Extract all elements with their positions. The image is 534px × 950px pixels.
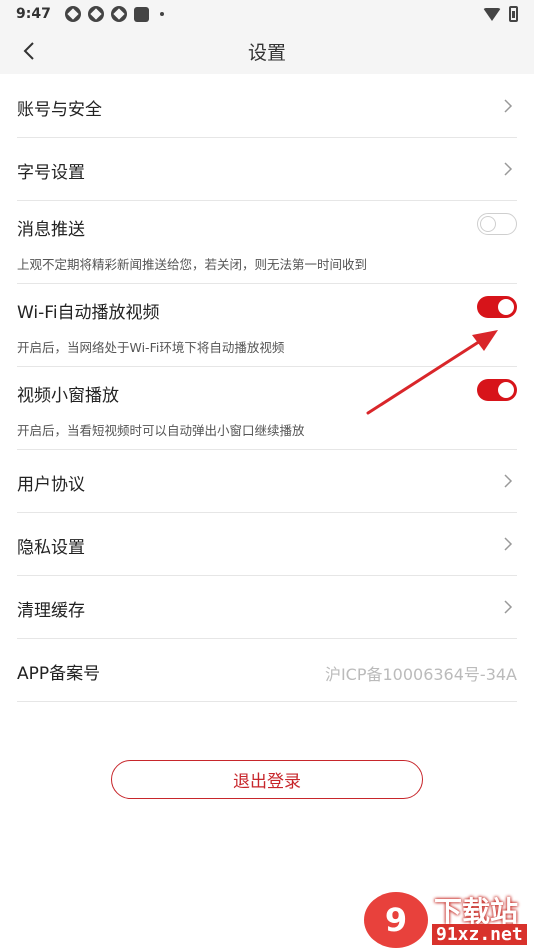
settings-row-push: 消息推送 上观不定期将精彩新闻推送给您，若关闭，则无法第一时间收到 xyxy=(17,201,517,284)
toggle-knob xyxy=(480,216,496,232)
row-label: 视频小窗播放 xyxy=(17,386,119,406)
row-label: 用户协议 xyxy=(17,475,85,495)
notification-icons xyxy=(64,6,164,22)
annotation-arrow-icon xyxy=(366,330,498,415)
notification-app-icon xyxy=(110,6,127,22)
page-title: 设置 xyxy=(247,41,286,64)
more-notifications-dot-icon xyxy=(159,12,164,16)
row-description: 上观不定期将精彩新闻推送给您，若关闭，则无法第一时间收到 xyxy=(17,257,368,272)
row-description: 开启后，当网络处于Wi-Fi环境下将自动播放视频 xyxy=(17,340,285,355)
notification-app-icon xyxy=(64,6,81,22)
chevron-left-icon xyxy=(23,42,34,60)
status-bar: 9:47 xyxy=(0,0,534,28)
push-toggle[interactable] xyxy=(477,213,517,235)
notification-app-icon xyxy=(87,6,104,22)
row-label: Wi-Fi自动播放视频 xyxy=(17,303,160,323)
logout-button[interactable]: 退出登录 xyxy=(111,760,423,799)
status-time: 9:47 xyxy=(16,6,51,22)
chevron-right-icon xyxy=(504,600,513,614)
wifi-icon xyxy=(483,7,501,21)
chevron-right-icon xyxy=(504,474,513,488)
nav-bar: 设置 xyxy=(0,28,534,74)
chevron-right-icon xyxy=(504,162,513,176)
watermark: 9 下载站 91xz.net xyxy=(358,880,534,950)
settings-row-clear-cache[interactable]: 清理缓存 xyxy=(17,576,517,639)
watermark-logo: 9 xyxy=(364,892,428,948)
settings-row-user-agreement[interactable]: 用户协议 xyxy=(17,450,517,513)
back-button[interactable] xyxy=(14,36,44,66)
wifi-autoplay-toggle[interactable] xyxy=(477,296,517,318)
watermark-url: 91xz.net xyxy=(432,924,527,945)
row-label: 账号与安全 xyxy=(17,100,102,120)
row-label: APP备案号 xyxy=(17,664,101,684)
toggle-knob xyxy=(498,299,514,315)
row-label: 字号设置 xyxy=(17,163,85,183)
system-icons xyxy=(483,6,518,22)
app-record-number: 沪ICP备10006364号-34A xyxy=(324,665,517,684)
battery-icon xyxy=(509,6,518,22)
row-label: 隐私设置 xyxy=(17,538,85,558)
row-label: 消息推送 xyxy=(17,220,85,240)
chevron-right-icon xyxy=(504,537,513,551)
row-description: 开启后，当看短视频时可以自动弹出小窗口继续播放 xyxy=(17,423,305,438)
chevron-right-icon xyxy=(504,99,513,113)
settings-row-account-security[interactable]: 账号与安全 xyxy=(17,75,517,138)
notification-square-icon xyxy=(133,6,149,22)
settings-row-app-record: APP备案号 沪ICP备10006364号-34A xyxy=(17,639,517,702)
row-label: 清理缓存 xyxy=(17,601,85,621)
settings-row-privacy[interactable]: 隐私设置 xyxy=(17,513,517,576)
settings-row-font-size[interactable]: 字号设置 xyxy=(17,138,517,201)
